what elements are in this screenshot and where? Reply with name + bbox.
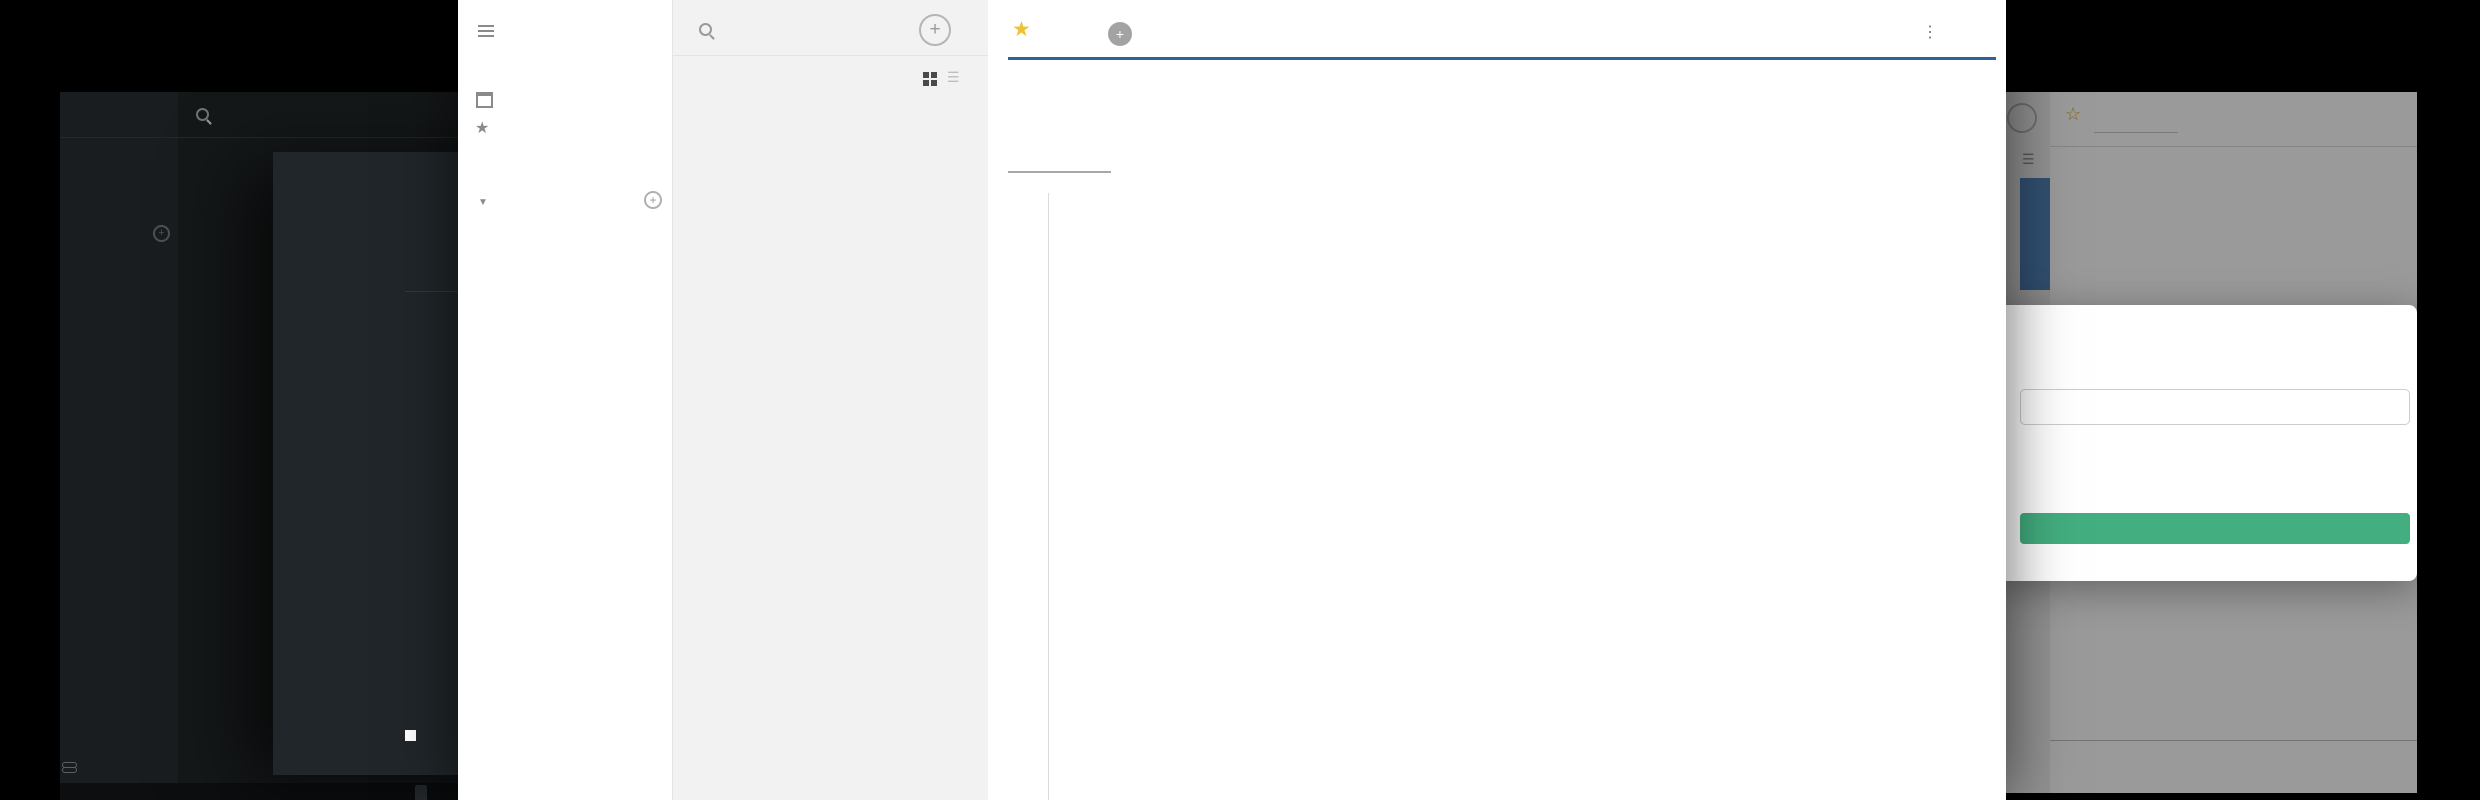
divider [178,137,458,138]
all-notes-icon [476,92,493,108]
main-note-list: + ☰ [672,0,989,800]
dark-sidebar: + [60,92,179,800]
search-icon [699,23,712,36]
starred-icon: ★ [475,120,490,137]
new-note-button[interactable]: + [919,14,951,46]
search-icon [196,108,209,121]
list-view-icon[interactable]: ☰ [947,69,960,86]
menu-icon[interactable] [478,22,494,40]
right-background-window: ☰ ☆ [2006,92,2417,793]
project-section-toggle[interactable]: ▼ [478,193,488,208]
editor-accent-rule [1008,57,1996,60]
note-star-icon[interactable]: ★ [1012,17,1031,42]
create-folder-button[interactable] [2020,513,2410,544]
divider [673,55,989,56]
dark-language-tab[interactable] [415,785,427,800]
divider [60,137,178,138]
create-folder-dialog [2006,305,2417,581]
code-block-checkbox[interactable] [405,730,416,741]
folder-name-input[interactable] [2020,389,2410,425]
note-menu-icon[interactable]: ⋮ [1922,22,1938,42]
add-project-folder-button[interactable]: + [644,191,662,209]
left-black-crop [0,0,60,800]
gutter-border [1048,193,1049,800]
caret-down-icon: ▼ [478,197,488,208]
editor-pane: ★ + ⋮ [988,0,2006,800]
main-sidebar: ★ ▼ + [458,0,672,800]
dark-add-folder-button[interactable]: + [153,225,170,242]
add-tag-button[interactable]: + [1108,22,1132,46]
add-storage-icon-2 [62,767,77,773]
active-tab-underline [1008,171,1111,173]
grid-view-icon[interactable] [923,72,937,86]
main-window: ★ ▼ + + ☰ ★ + ⋮ [458,0,2006,800]
dark-status-bar [60,783,458,800]
